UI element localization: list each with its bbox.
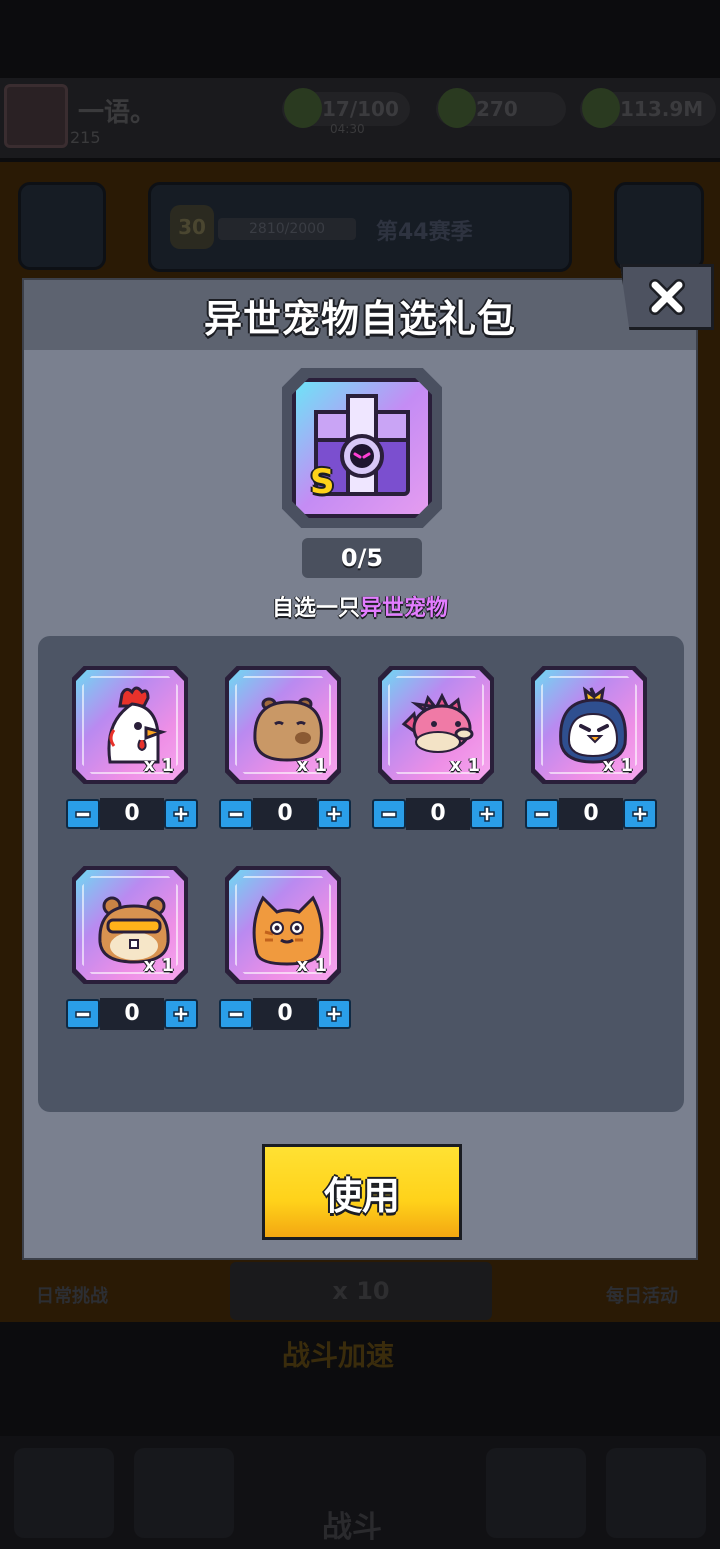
plus-icon <box>632 806 648 822</box>
plus-icon <box>326 806 342 822</box>
minus-icon <box>381 811 397 818</box>
gift-box-icon: S <box>282 368 442 528</box>
season-level: 30 <box>170 205 214 249</box>
quantity-stepper: 0 <box>66 998 198 1030</box>
decrement-button[interactable] <box>66 999 100 1029</box>
coin-value: 113.9M <box>620 97 704 121</box>
selection-count: 0/5 <box>302 538 422 578</box>
pet-quantity: x 1 <box>602 755 633 776</box>
plus-icon <box>173 806 189 822</box>
quantity-stepper: 0 <box>66 798 198 830</box>
quantity-value: 0 <box>559 798 623 830</box>
speed-box: x 10 <box>230 1262 492 1320</box>
bottom-nav-pets <box>486 1448 586 1538</box>
pet-quantity: x 1 <box>143 955 174 976</box>
energy-icon <box>284 88 322 128</box>
pet-card[interactable]: x 1 <box>72 866 188 984</box>
daily-activity-label: 每日活动 <box>606 1286 678 1307</box>
quantity-value: 0 <box>100 998 164 1030</box>
quantity-stepper: 0 <box>219 798 351 830</box>
quantity-value: 0 <box>253 998 317 1030</box>
gem-value: 270 <box>476 97 518 121</box>
avatar <box>4 84 68 148</box>
coin-icon <box>582 88 620 128</box>
plus-icon <box>173 1006 189 1022</box>
pet-quantity: x 1 <box>296 755 327 776</box>
pet-card[interactable]: x 1 <box>225 866 341 984</box>
quantity-stepper: 0 <box>219 998 351 1030</box>
penguin-pet-icon <box>559 686 627 764</box>
minus-icon <box>228 811 244 818</box>
player-level: 215 <box>70 128 101 147</box>
bottom-nav-shop <box>14 1448 114 1538</box>
plus-icon <box>479 806 495 822</box>
subtitle-highlight: 异世宠物 <box>360 596 449 621</box>
bottom-nav-equip <box>134 1448 234 1538</box>
gift-grade: S <box>310 462 335 502</box>
increment-button[interactable] <box>317 999 351 1029</box>
decrement-button[interactable] <box>525 799 559 829</box>
pet-card[interactable]: x 1 <box>72 666 188 784</box>
pet-card[interactable]: x 1 <box>531 666 647 784</box>
decrement-button[interactable] <box>372 799 406 829</box>
pet-quantity: x 1 <box>143 755 174 776</box>
battle-label: 战斗 <box>322 1510 382 1545</box>
quantity-stepper: 0 <box>372 798 504 830</box>
decrement-button[interactable] <box>219 999 253 1029</box>
close-icon <box>649 279 685 315</box>
quantity-stepper: 0 <box>525 798 657 830</box>
pet-quantity: x 1 <box>296 955 327 976</box>
daily-challenge-label: 日常挑战 <box>36 1286 108 1307</box>
plus-icon <box>326 1006 342 1022</box>
player-name: 一语。 <box>78 98 157 128</box>
gem-icon <box>438 88 476 128</box>
menu-button <box>18 182 106 270</box>
pet-quantity: x 1 <box>449 755 480 776</box>
increment-button[interactable] <box>164 999 198 1029</box>
energy-resource: 17/100 <box>282 88 410 128</box>
chicken-pet-icon <box>107 686 168 764</box>
increment-button[interactable] <box>470 799 504 829</box>
pufferfish-pet-icon <box>401 692 474 753</box>
battle-speed-label: 战斗加速 <box>282 1339 395 1372</box>
gift-pack-modal: 异世宠物自选礼包 S 0/5 自选一只异世宠物 x 1 0 x 1 0 x 1 … <box>22 278 698 1260</box>
quantity-value: 0 <box>100 798 164 830</box>
increment-button[interactable] <box>623 799 657 829</box>
cat-pet-icon <box>252 895 324 966</box>
modal-header: 异世宠物自选礼包 <box>24 280 696 350</box>
pet-card[interactable]: x 1 <box>225 666 341 784</box>
season-name: 第44赛季 <box>376 220 473 245</box>
increment-button[interactable] <box>317 799 351 829</box>
pet-grid: x 1 0 x 1 0 x 1 0 x 1 0 x 1 0 x 1 0 <box>38 636 684 1112</box>
pet-card[interactable]: x 1 <box>378 666 494 784</box>
minus-icon <box>534 811 550 818</box>
increment-button[interactable] <box>164 799 198 829</box>
modal-title: 异世宠物自选礼包 <box>203 297 516 341</box>
minus-icon <box>75 1011 91 1018</box>
coin-resource: 113.9M <box>580 88 716 128</box>
season-progress: 2810/2000 <box>218 218 356 240</box>
energy-value: 17/100 <box>322 97 399 121</box>
energy-timer: 04:30 <box>330 122 365 136</box>
bottom-nav-more <box>606 1448 706 1538</box>
capybara-pet-icon <box>253 697 323 762</box>
use-button[interactable]: 使用 <box>262 1144 462 1240</box>
hamster-pet-icon <box>98 896 170 964</box>
subtitle-prefix: 自选一只 <box>271 596 360 621</box>
modal-subtitle: 自选一只异世宠物 <box>24 590 696 622</box>
decrement-button[interactable] <box>66 799 100 829</box>
minus-icon <box>228 1011 244 1018</box>
gem-resource: 270 <box>436 88 566 128</box>
close-button[interactable] <box>620 264 714 330</box>
shield-button <box>614 182 704 270</box>
minus-icon <box>75 811 91 818</box>
quantity-value: 0 <box>406 798 470 830</box>
quantity-value: 0 <box>253 798 317 830</box>
decrement-button[interactable] <box>219 799 253 829</box>
